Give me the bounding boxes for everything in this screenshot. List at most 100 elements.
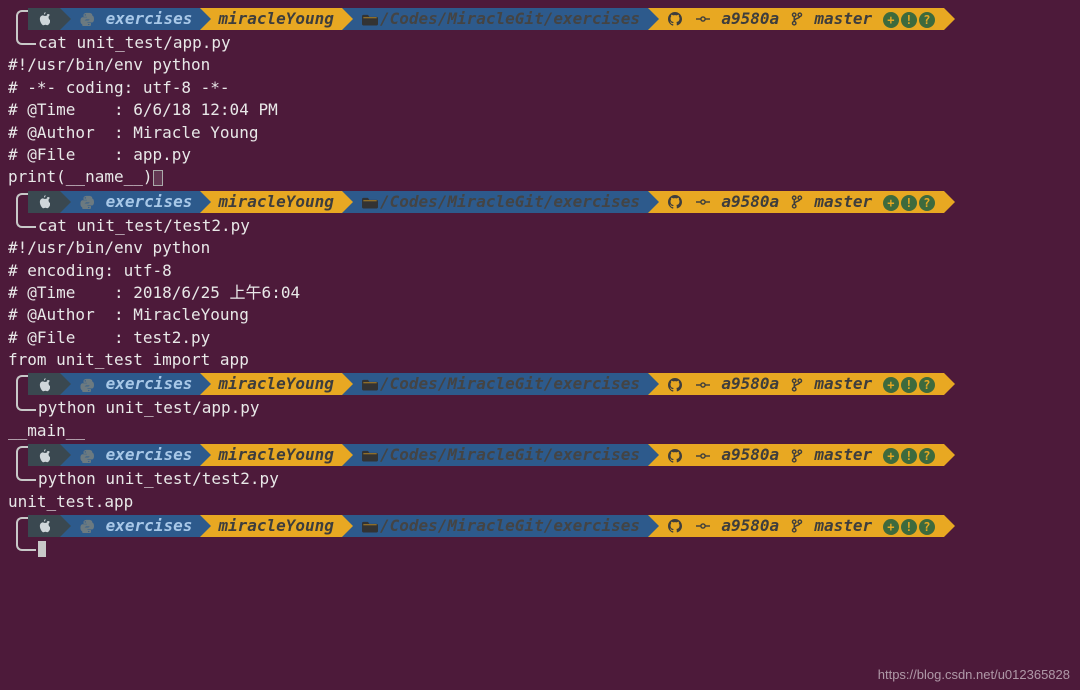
commit-hash: a9580a <box>721 445 779 464</box>
prompt-hook-bottom <box>8 399 38 419</box>
command-line[interactable] <box>8 539 1072 559</box>
branch-icon <box>791 516 803 535</box>
branch-icon <box>791 9 803 28</box>
segment-user: miracleYoung <box>200 515 342 537</box>
git-status-badge: + <box>883 195 899 211</box>
venv-name: exercises <box>106 192 193 211</box>
command-line[interactable]: cat unit_test/app.py <box>8 32 1072 54</box>
cwd-path: /Codes/MiracleGit/exercises <box>380 374 640 393</box>
commit-icon <box>696 516 710 535</box>
command-line[interactable]: cat unit_test/test2.py <box>8 215 1072 237</box>
command-text: cat unit_test/app.py <box>38 32 231 54</box>
folder-icon <box>362 9 378 28</box>
commit-icon <box>696 445 710 464</box>
python-icon <box>80 516 94 535</box>
username: miracleYoung <box>218 373 334 395</box>
prompt-segments: exercises miracleYoung /Codes/MiracleGit… <box>28 444 944 466</box>
segment-git: a9580a master +!? <box>648 515 944 537</box>
branch-icon <box>791 445 803 464</box>
branch-name: master <box>814 9 872 28</box>
venv-name: exercises <box>106 445 193 464</box>
segment-user: miracleYoung <box>200 444 342 466</box>
branch-name: master <box>814 374 872 393</box>
prompt-hook-bottom <box>8 539 38 559</box>
command-text: python unit_test/test2.py <box>38 468 279 490</box>
git-status-badge: ! <box>901 195 917 211</box>
segment-git: a9580a master +!? <box>648 444 944 466</box>
commit-hash: a9580a <box>721 516 779 535</box>
segment-user: miracleYoung <box>200 8 342 30</box>
python-icon <box>80 192 94 211</box>
prompt-segments: exercises miracleYoung /Codes/MiracleGit… <box>28 8 944 30</box>
username: miracleYoung <box>218 444 334 466</box>
git-status-badge: ? <box>919 377 935 393</box>
git-status-badge: + <box>883 12 899 28</box>
output-line: #!/usr/bin/env python <box>8 237 1072 259</box>
git-status-badge: ? <box>919 12 935 28</box>
output-line: # @File : test2.py <box>8 327 1072 349</box>
commit-hash: a9580a <box>721 374 779 393</box>
output-line: # @Time : 2018/6/25 上午6:04 <box>8 282 1072 304</box>
watermark: https://blog.csdn.net/u012365828 <box>878 666 1070 684</box>
git-status-badge: ! <box>901 519 917 535</box>
venv-name: exercises <box>106 9 193 28</box>
git-status-badge: + <box>883 377 899 393</box>
segment-venv: exercises <box>60 444 200 466</box>
github-icon <box>668 192 682 211</box>
folder-icon <box>362 445 378 464</box>
venv-name: exercises <box>106 516 193 535</box>
command-line[interactable]: python unit_test/test2.py <box>8 468 1072 490</box>
commit-icon <box>696 192 710 211</box>
segment-git: a9580a master +!? <box>648 373 944 395</box>
segment-venv: exercises <box>60 373 200 395</box>
git-status-badge: ! <box>901 377 917 393</box>
cwd-path: /Codes/MiracleGit/exercises <box>380 9 640 28</box>
segment-path: /Codes/MiracleGit/exercises <box>342 515 648 537</box>
output-line: # encoding: utf-8 <box>8 260 1072 282</box>
github-icon <box>668 445 682 464</box>
branch-name: master <box>814 516 872 535</box>
branch-name: master <box>814 445 872 464</box>
cwd-path: /Codes/MiracleGit/exercises <box>380 192 640 211</box>
python-icon <box>80 9 94 28</box>
segment-venv: exercises <box>60 8 200 30</box>
cwd-path: /Codes/MiracleGit/exercises <box>380 516 640 535</box>
username: miracleYoung <box>218 8 334 30</box>
segment-user: miracleYoung <box>200 191 342 213</box>
folder-icon <box>362 516 378 535</box>
prompt-line: exercises miracleYoung /Codes/MiracleGit… <box>8 191 1072 213</box>
prompt-hook-bottom <box>8 216 38 236</box>
cursor <box>38 541 46 557</box>
python-icon <box>80 374 94 393</box>
prompt-hook-bottom <box>8 469 38 489</box>
segment-path: /Codes/MiracleGit/exercises <box>342 444 648 466</box>
segment-venv: exercises <box>60 515 200 537</box>
github-icon <box>668 516 682 535</box>
output-line: # @Author : MiracleYoung <box>8 304 1072 326</box>
prompt-line: exercises miracleYoung /Codes/MiracleGit… <box>8 515 1072 537</box>
git-status-badge: + <box>883 519 899 535</box>
git-status-badge: ! <box>901 12 917 28</box>
github-icon <box>668 9 682 28</box>
segment-git: a9580a master +!? <box>648 191 944 213</box>
command-text: python unit_test/app.py <box>38 397 260 419</box>
prompt-line: exercises miracleYoung /Codes/MiracleGit… <box>8 444 1072 466</box>
git-status-badge: ? <box>919 448 935 464</box>
branch-icon <box>791 192 803 211</box>
output-line: from unit_test import app <box>8 349 1072 371</box>
command-line[interactable]: python unit_test/app.py <box>8 397 1072 419</box>
prompt-line: exercises miracleYoung /Codes/MiracleGit… <box>8 8 1072 30</box>
output-line: # -*- coding: utf-8 -*- <box>8 77 1072 99</box>
python-icon <box>80 445 94 464</box>
prompt-line: exercises miracleYoung /Codes/MiracleGit… <box>8 373 1072 395</box>
segment-venv: exercises <box>60 191 200 213</box>
terminal[interactable]: exercises miracleYoung /Codes/MiracleGit… <box>0 0 1080 567</box>
output-line: __main__ <box>8 420 1072 442</box>
venv-name: exercises <box>106 374 193 393</box>
apple-icon <box>38 192 50 211</box>
git-status-badge: ? <box>919 195 935 211</box>
cwd-path: /Codes/MiracleGit/exercises <box>380 445 640 464</box>
output-line: print(__name__) <box>8 166 1072 188</box>
segment-path: /Codes/MiracleGit/exercises <box>342 373 648 395</box>
prompt-segments: exercises miracleYoung /Codes/MiracleGit… <box>28 191 944 213</box>
